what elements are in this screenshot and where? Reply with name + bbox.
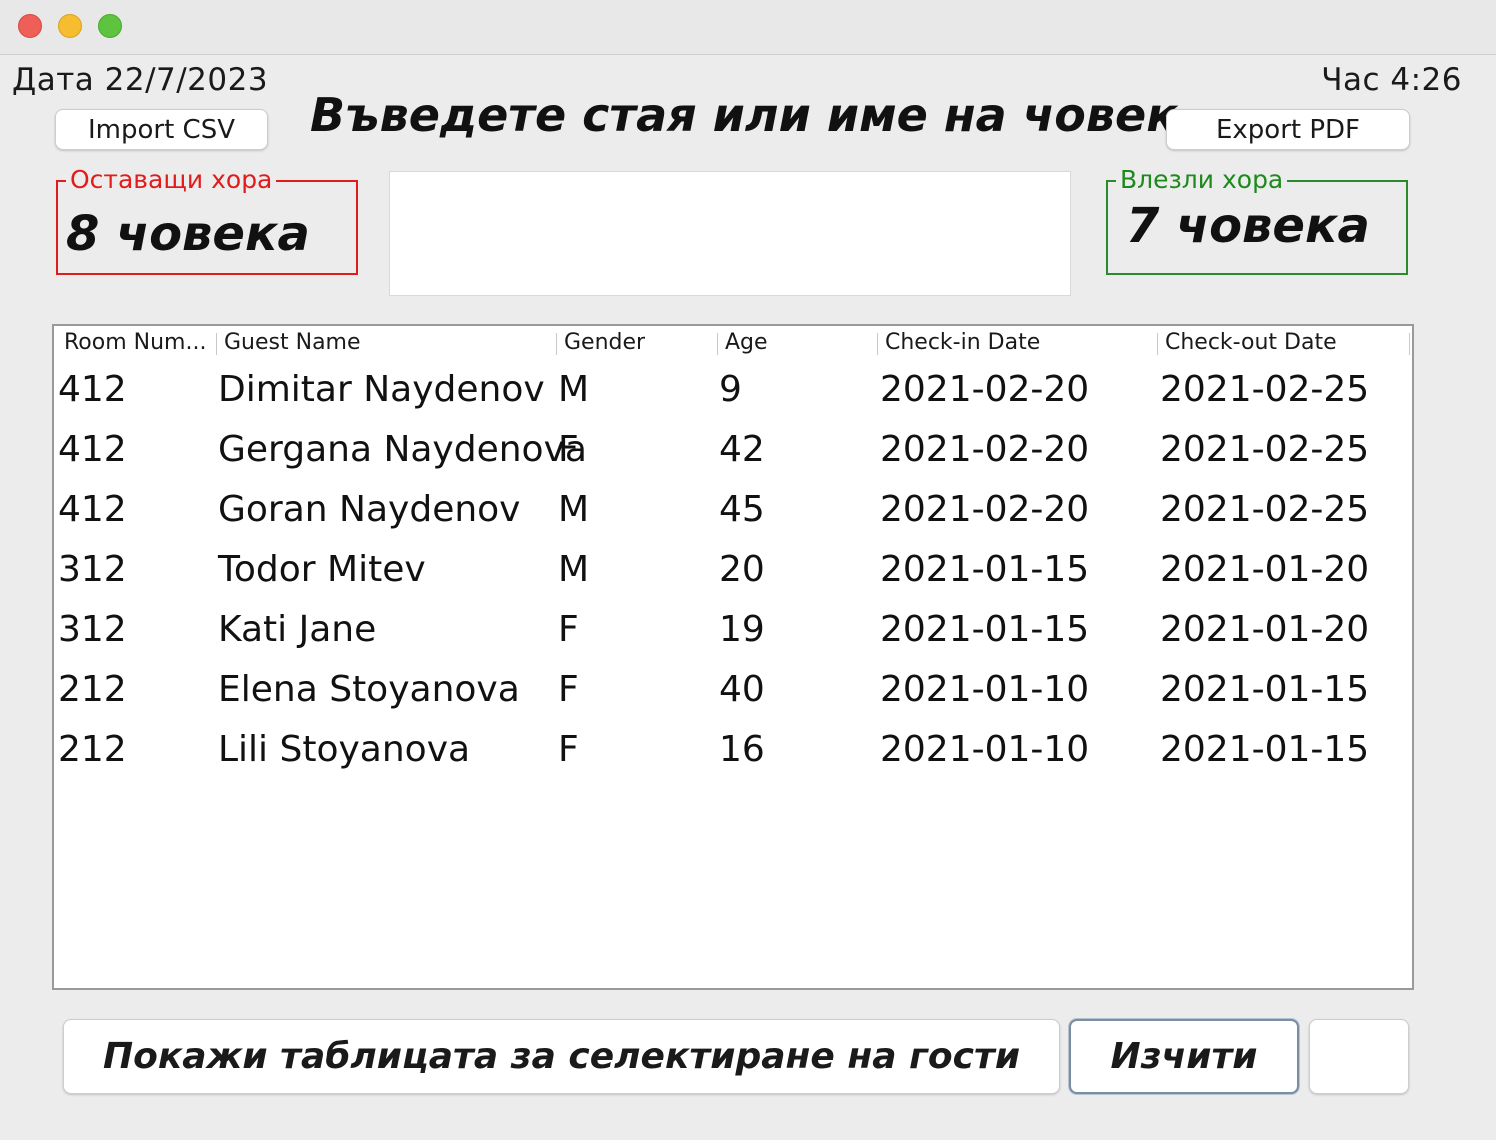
cell-gender: F xyxy=(558,429,579,470)
column-divider[interactable] xyxy=(1409,333,1410,355)
cell-gender: M xyxy=(558,369,590,410)
column-header-check-out[interactable]: Check-out Date xyxy=(1157,326,1409,360)
cell-check-out: 2021-01-15 xyxy=(1160,729,1370,770)
cell-check-in: 2021-01-10 xyxy=(880,729,1090,770)
cell-room: 212 xyxy=(58,669,127,710)
cell-guest-name: Goran Naydenov xyxy=(218,489,521,530)
table-row[interactable]: 312 Todor Mitev M 20 2021-01-15 2021-01-… xyxy=(54,540,1412,600)
cell-gender: F xyxy=(558,609,579,650)
maximize-window-button[interactable] xyxy=(98,14,122,38)
cell-check-in: 2021-01-10 xyxy=(880,669,1090,710)
cell-check-out: 2021-01-20 xyxy=(1160,549,1370,590)
show-guest-selection-table-button[interactable]: Покажи таблицата за селектиране на гости xyxy=(63,1019,1060,1094)
remaining-people-count: 8 човека xyxy=(66,206,310,262)
table-row[interactable]: 412 Goran Naydenov M 45 2021-02-20 2021-… xyxy=(54,480,1412,540)
cell-room: 212 xyxy=(58,729,127,770)
column-header-room[interactable]: Room Num... xyxy=(56,326,216,360)
cell-age: 45 xyxy=(719,489,765,530)
entered-people-panel: Влезли хора 7 човека xyxy=(1106,165,1408,275)
import-csv-button[interactable]: Import CSV xyxy=(55,109,268,150)
time-label: Час 4:26 xyxy=(1321,62,1462,98)
entered-people-count: 7 човека xyxy=(1126,198,1370,254)
cell-room: 412 xyxy=(58,429,127,470)
cell-guest-name: Dimitar Naydenov xyxy=(218,369,545,410)
entered-people-legend: Влезли хора xyxy=(1116,165,1288,195)
minimize-window-button[interactable] xyxy=(58,14,82,38)
column-header-age[interactable]: Age xyxy=(717,326,877,360)
remaining-people-legend: Оставащи хора xyxy=(66,165,277,195)
cell-check-out: 2021-02-25 xyxy=(1160,429,1370,470)
cell-check-out: 2021-02-25 xyxy=(1160,369,1370,410)
cell-age: 40 xyxy=(719,669,765,710)
cell-check-in: 2021-02-20 xyxy=(880,369,1090,410)
export-pdf-button[interactable]: Export PDF xyxy=(1166,109,1410,150)
table-row[interactable]: 412 Gergana Naydenova F 42 2021-02-20 20… xyxy=(54,420,1412,480)
cell-gender: F xyxy=(558,669,579,710)
close-window-button[interactable] xyxy=(18,14,42,38)
title-bar xyxy=(0,0,1496,55)
cell-room: 412 xyxy=(58,369,127,410)
date-label: Дата 22/7/2023 xyxy=(12,62,269,98)
table-row[interactable]: 212 Elena Stoyanova F 40 2021-01-10 2021… xyxy=(54,660,1412,720)
table-header: Room Num... Guest Name Gender Age Check-… xyxy=(54,326,1412,360)
cell-room: 312 xyxy=(58,549,127,590)
column-header-guest-name[interactable]: Guest Name xyxy=(216,326,556,360)
cell-check-in: 2021-01-15 xyxy=(880,609,1090,650)
cell-guest-name: Lili Stoyanova xyxy=(218,729,471,770)
cell-guest-name: Todor Mitev xyxy=(218,549,426,590)
cell-guest-name: Kati Jane xyxy=(218,609,377,650)
cell-room: 412 xyxy=(58,489,127,530)
cell-gender: F xyxy=(558,729,579,770)
cell-guest-name: Elena Stoyanova xyxy=(218,669,520,710)
column-header-gender[interactable]: Gender xyxy=(556,326,716,360)
cell-age: 19 xyxy=(719,609,765,650)
table-row[interactable]: 312 Kati Jane F 19 2021-01-15 2021-01-20 xyxy=(54,600,1412,660)
cell-room: 312 xyxy=(58,609,127,650)
table-row[interactable]: 412 Dimitar Naydenov M 9 2021-02-20 2021… xyxy=(54,360,1412,420)
unlabeled-button[interactable] xyxy=(1309,1019,1409,1094)
cell-check-in: 2021-02-20 xyxy=(880,429,1090,470)
cell-check-in: 2021-02-20 xyxy=(880,489,1090,530)
search-input[interactable] xyxy=(389,171,1071,296)
cell-check-out: 2021-01-20 xyxy=(1160,609,1370,650)
cell-age: 16 xyxy=(719,729,765,770)
cell-age: 20 xyxy=(719,549,765,590)
cell-gender: M xyxy=(558,549,590,590)
cell-gender: M xyxy=(558,489,590,530)
cell-guest-name: Gergana Naydenova xyxy=(218,429,587,470)
table-row[interactable]: 212 Lili Stoyanova F 16 2021-01-10 2021-… xyxy=(54,720,1412,780)
remaining-people-panel: Оставащи хора 8 човека xyxy=(56,165,358,275)
clear-button[interactable]: Изчити xyxy=(1069,1019,1299,1094)
page-title: Въведете стая или име на човек xyxy=(310,88,1178,142)
guest-table[interactable]: Room Num... Guest Name Gender Age Check-… xyxy=(52,324,1414,990)
cell-age: 9 xyxy=(719,369,742,410)
cell-check-out: 2021-01-15 xyxy=(1160,669,1370,710)
column-header-check-in[interactable]: Check-in Date xyxy=(877,326,1157,360)
cell-check-in: 2021-01-15 xyxy=(880,549,1090,590)
cell-check-out: 2021-02-25 xyxy=(1160,489,1370,530)
app-window: Дата 22/7/2023 Час 4:26 Import CSV Въвед… xyxy=(0,0,1496,1140)
cell-age: 42 xyxy=(719,429,765,470)
